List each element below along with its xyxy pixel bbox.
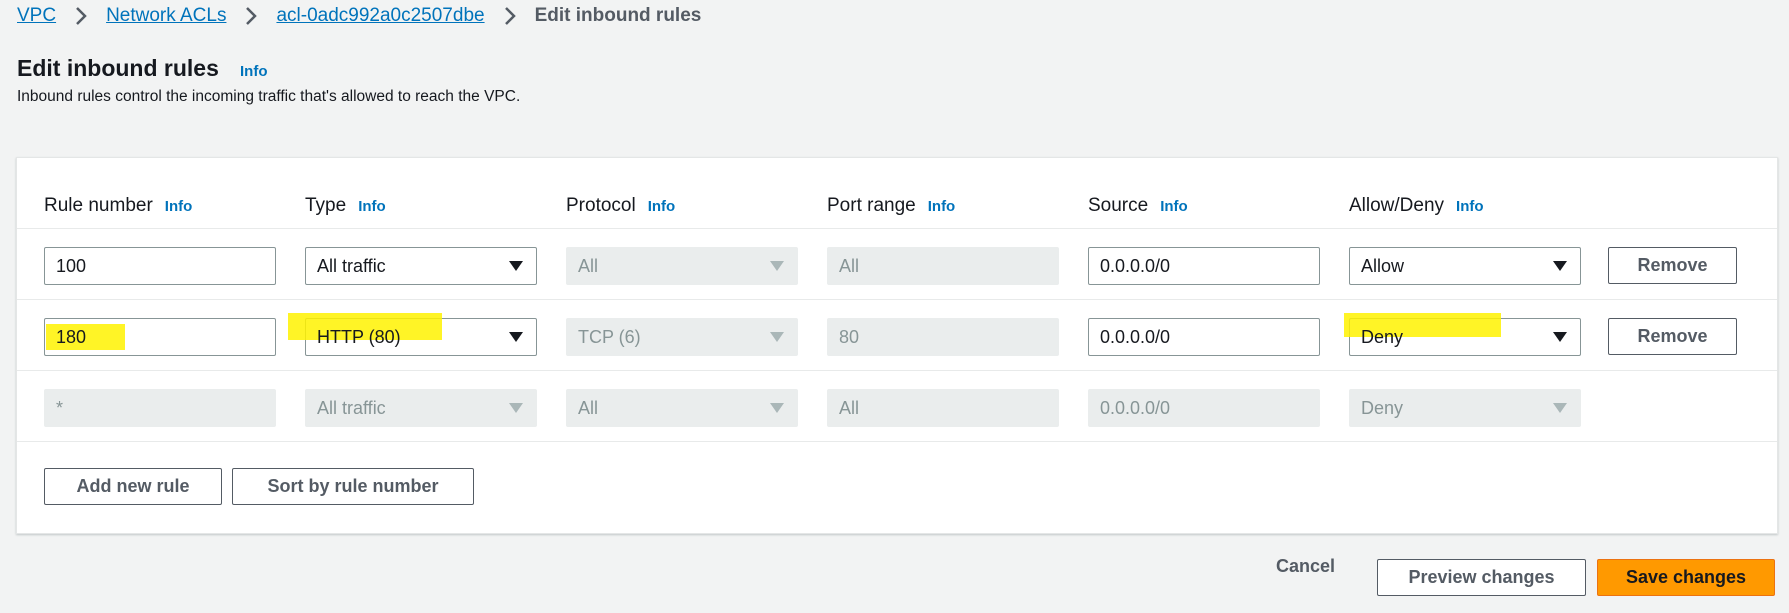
breadcrumb-acl-link[interactable]: acl-0adc992a0c2507dbe — [276, 5, 484, 27]
divider — [17, 441, 1777, 442]
caret-down-icon — [509, 403, 523, 413]
type-value: All traffic — [317, 255, 386, 276]
breadcrumb-current: Edit inbound rules — [534, 5, 702, 26]
caret-down-icon — [770, 261, 784, 271]
type-info-link[interactable]: Info — [358, 198, 386, 215]
caret-down-icon — [1553, 403, 1567, 413]
remove-rule-button[interactable]: Remove — [1608, 247, 1737, 284]
sort-by-rule-number-button[interactable]: Sort by rule number — [232, 468, 474, 505]
port-range-input: All — [827, 247, 1059, 285]
port-range-input: All — [827, 389, 1059, 427]
source-value: 0.0.0.0/0 — [1100, 397, 1171, 418]
type-value: HTTP (80) — [317, 326, 401, 347]
caret-down-icon — [1553, 261, 1567, 271]
source-value: 0.0.0.0/0 — [1100, 326, 1171, 347]
header-port-range: Port range Info — [827, 193, 955, 219]
source-input[interactable]: 0.0.0.0/0 — [1088, 247, 1320, 285]
header-allow-deny-label: Allow/Deny — [1349, 195, 1445, 216]
type-select: All traffic — [305, 389, 537, 427]
port-range-value: All — [839, 397, 860, 418]
source-input: 0.0.0.0/0 — [1088, 389, 1320, 427]
port-range-value: All — [839, 255, 860, 276]
allow-deny-value: Allow — [1361, 255, 1405, 276]
divider — [17, 299, 1777, 300]
allow-deny-select[interactable]: Deny — [1344, 313, 1581, 356]
port-range-input: 80 — [827, 318, 1059, 356]
port-range-info-link[interactable]: Info — [928, 198, 956, 215]
breadcrumb-network-acls-link[interactable]: Network ACLs — [106, 5, 226, 27]
rule-number-input[interactable]: 100 — [44, 247, 276, 285]
type-value: All traffic — [317, 397, 386, 418]
port-range-value: 80 — [839, 326, 860, 347]
rule-number-value: 100 — [56, 255, 87, 276]
allow-deny-value: Deny — [1361, 326, 1404, 347]
remove-rule-button[interactable]: Remove — [1608, 318, 1737, 355]
rule-number-info-link[interactable]: Info — [165, 198, 193, 215]
rule-number-input: * — [44, 389, 276, 427]
header-source-label: Source — [1088, 195, 1149, 216]
caret-down-icon — [509, 261, 523, 271]
chevron-right-icon — [498, 4, 522, 28]
divider — [17, 370, 1777, 371]
add-new-rule-button[interactable]: Add new rule — [44, 468, 222, 505]
save-changes-button[interactable]: Save changes — [1597, 559, 1775, 596]
rule-number-value: 180 — [56, 326, 87, 347]
header-type-label: Type — [305, 195, 347, 216]
header-protocol-label: Protocol — [566, 195, 636, 216]
chevron-right-icon — [69, 4, 93, 28]
protocol-select: All — [566, 247, 798, 285]
protocol-value: All — [578, 255, 599, 276]
caret-down-icon — [1553, 332, 1567, 342]
allow-deny-value: Deny — [1361, 397, 1404, 418]
protocol-info-link[interactable]: Info — [648, 198, 676, 215]
page-title: Edit inbound rules — [17, 55, 219, 81]
header-rule-number-label: Rule number — [44, 195, 153, 216]
rule-number-input[interactable]: 180 — [44, 318, 276, 356]
header-source: Source Info — [1088, 193, 1188, 219]
protocol-value: TCP (6) — [578, 326, 641, 347]
allow-deny-select[interactable]: Allow — [1349, 247, 1581, 285]
type-select[interactable]: All traffic — [305, 247, 537, 285]
allow-deny-info-link[interactable]: Info — [1456, 198, 1484, 215]
caret-down-icon — [509, 332, 523, 342]
breadcrumb-vpc-link[interactable]: VPC — [17, 5, 56, 27]
page-description: Inbound rules control the incoming traff… — [17, 88, 521, 105]
cancel-button[interactable]: Cancel — [1276, 556, 1335, 577]
rule-number-value: * — [56, 397, 64, 418]
caret-down-icon — [770, 332, 784, 342]
source-value: 0.0.0.0/0 — [1100, 255, 1171, 276]
protocol-select: TCP (6) — [566, 318, 798, 356]
protocol-select: All — [566, 389, 798, 427]
caret-down-icon — [770, 403, 784, 413]
preview-changes-button[interactable]: Preview changes — [1377, 559, 1586, 596]
header-allow-deny: Allow/Deny Info — [1349, 193, 1484, 219]
source-info-link[interactable]: Info — [1160, 198, 1188, 215]
header-rule-number: Rule number Info — [44, 193, 192, 219]
header-protocol: Protocol Info — [566, 193, 675, 219]
source-input[interactable]: 0.0.0.0/0 — [1088, 318, 1320, 356]
allow-deny-select: Deny — [1349, 389, 1581, 427]
divider — [17, 228, 1777, 229]
chevron-right-icon — [239, 4, 263, 28]
breadcrumb: VPC Network ACLs acl-0adc992a0c2507dbe E… — [17, 3, 701, 29]
title-info-link[interactable]: Info — [240, 63, 268, 80]
header-port-range-label: Port range — [827, 195, 916, 216]
header-type: Type Info — [305, 193, 386, 219]
type-select[interactable]: HTTP (80) — [288, 313, 537, 356]
protocol-value: All — [578, 397, 599, 418]
rules-panel: Rule number Info Type Info Protocol Info Po… — [16, 157, 1778, 534]
